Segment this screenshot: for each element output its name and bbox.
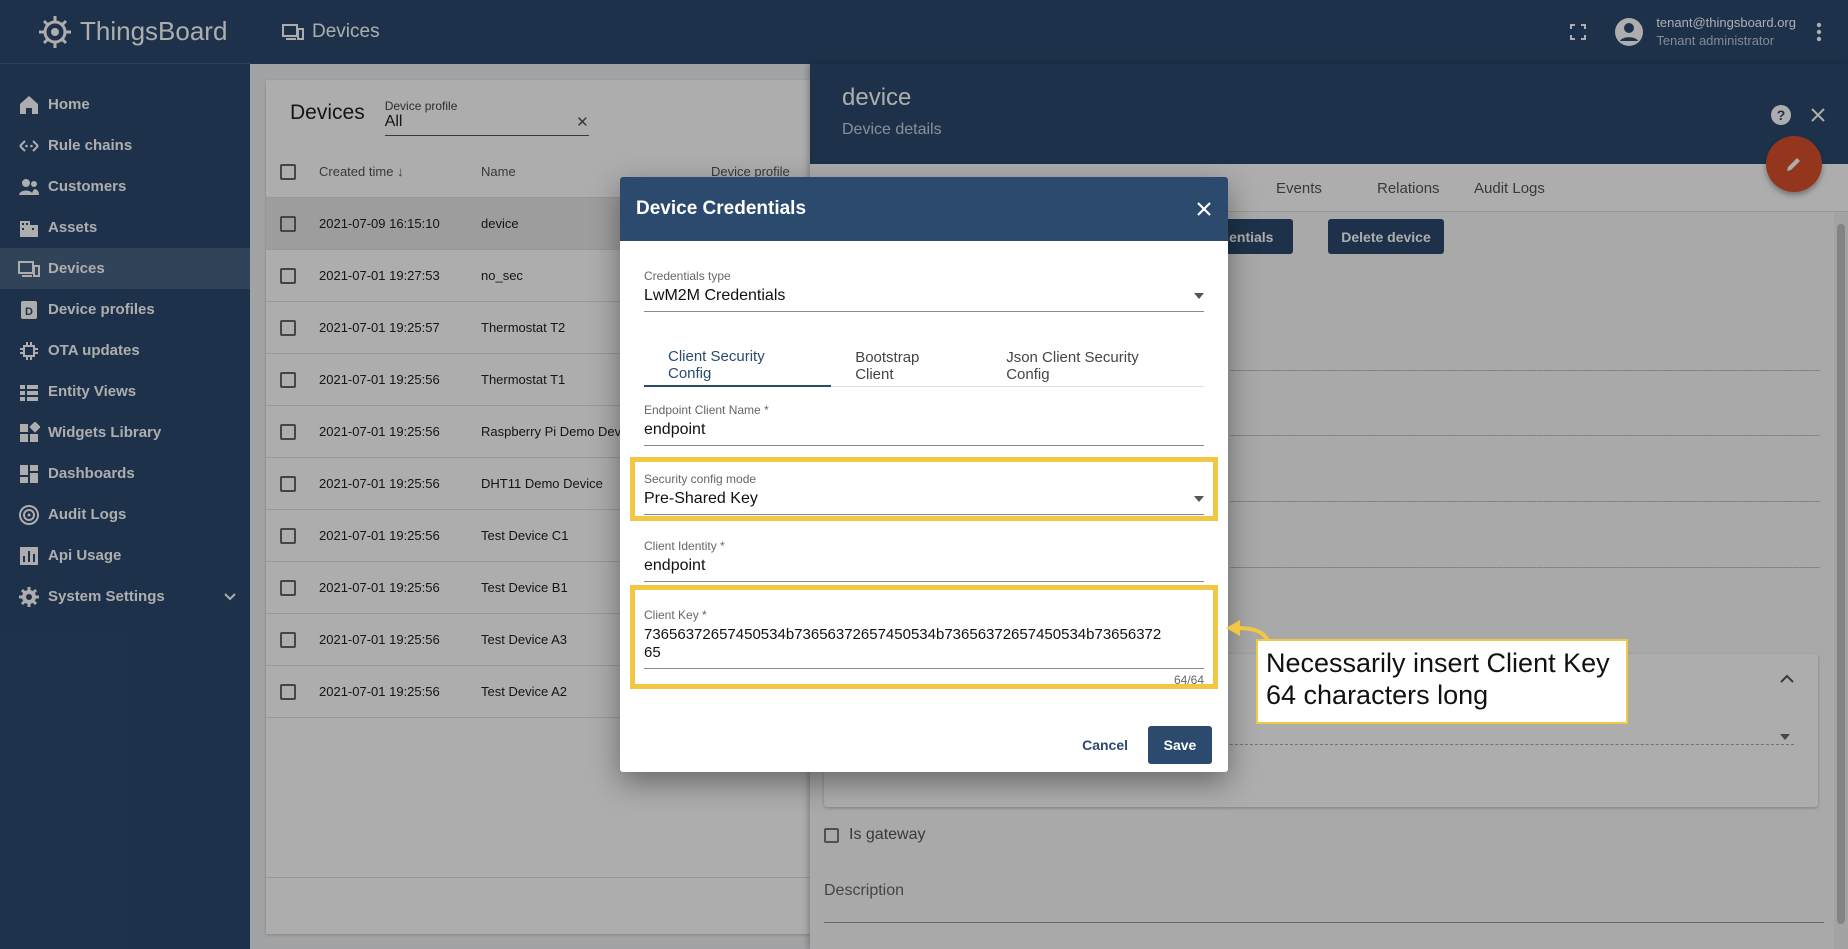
highlight-client-key [630, 585, 1218, 689]
endpoint-label: Endpoint Client Name * [644, 403, 769, 417]
dialog-title: Device Credentials [636, 198, 807, 219]
save-button[interactable]: Save [1148, 726, 1212, 764]
annotation-callout: Necessarily insert Client Key 64 charact… [1256, 639, 1628, 724]
dropdown-arrow-icon [1194, 293, 1204, 299]
client-identity-field[interactable]: Client Identity * endpoint [644, 539, 1204, 582]
tab-json-client-security-config[interactable]: Json Client Security Config [982, 344, 1204, 387]
callout-line-1: Necessarily insert Client Key [1266, 648, 1610, 678]
credentials-type-value: LwM2M Credentials [644, 287, 786, 304]
client-identity-label: Client Identity * [644, 539, 725, 553]
dialog-tabs: Client Security Config Bootstrap Client … [644, 344, 1204, 387]
close-dialog-icon[interactable] [1196, 201, 1212, 217]
callout-line-2: 64 characters long [1266, 680, 1489, 710]
endpoint-value: endpoint [644, 421, 1204, 446]
credentials-type-label: Credentials type [644, 269, 731, 283]
endpoint-client-name-field[interactable]: Endpoint Client Name * endpoint [644, 403, 1204, 446]
client-identity-value: endpoint [644, 557, 1204, 582]
tab-client-security-config[interactable]: Client Security Config [644, 344, 832, 387]
highlight-security-mode [630, 457, 1218, 521]
tab-bootstrap-client[interactable]: Bootstrap Client [831, 344, 982, 387]
cancel-button[interactable]: Cancel [1082, 737, 1128, 753]
credentials-type-select[interactable]: Credentials type LwM2M Credentials [644, 269, 1204, 312]
